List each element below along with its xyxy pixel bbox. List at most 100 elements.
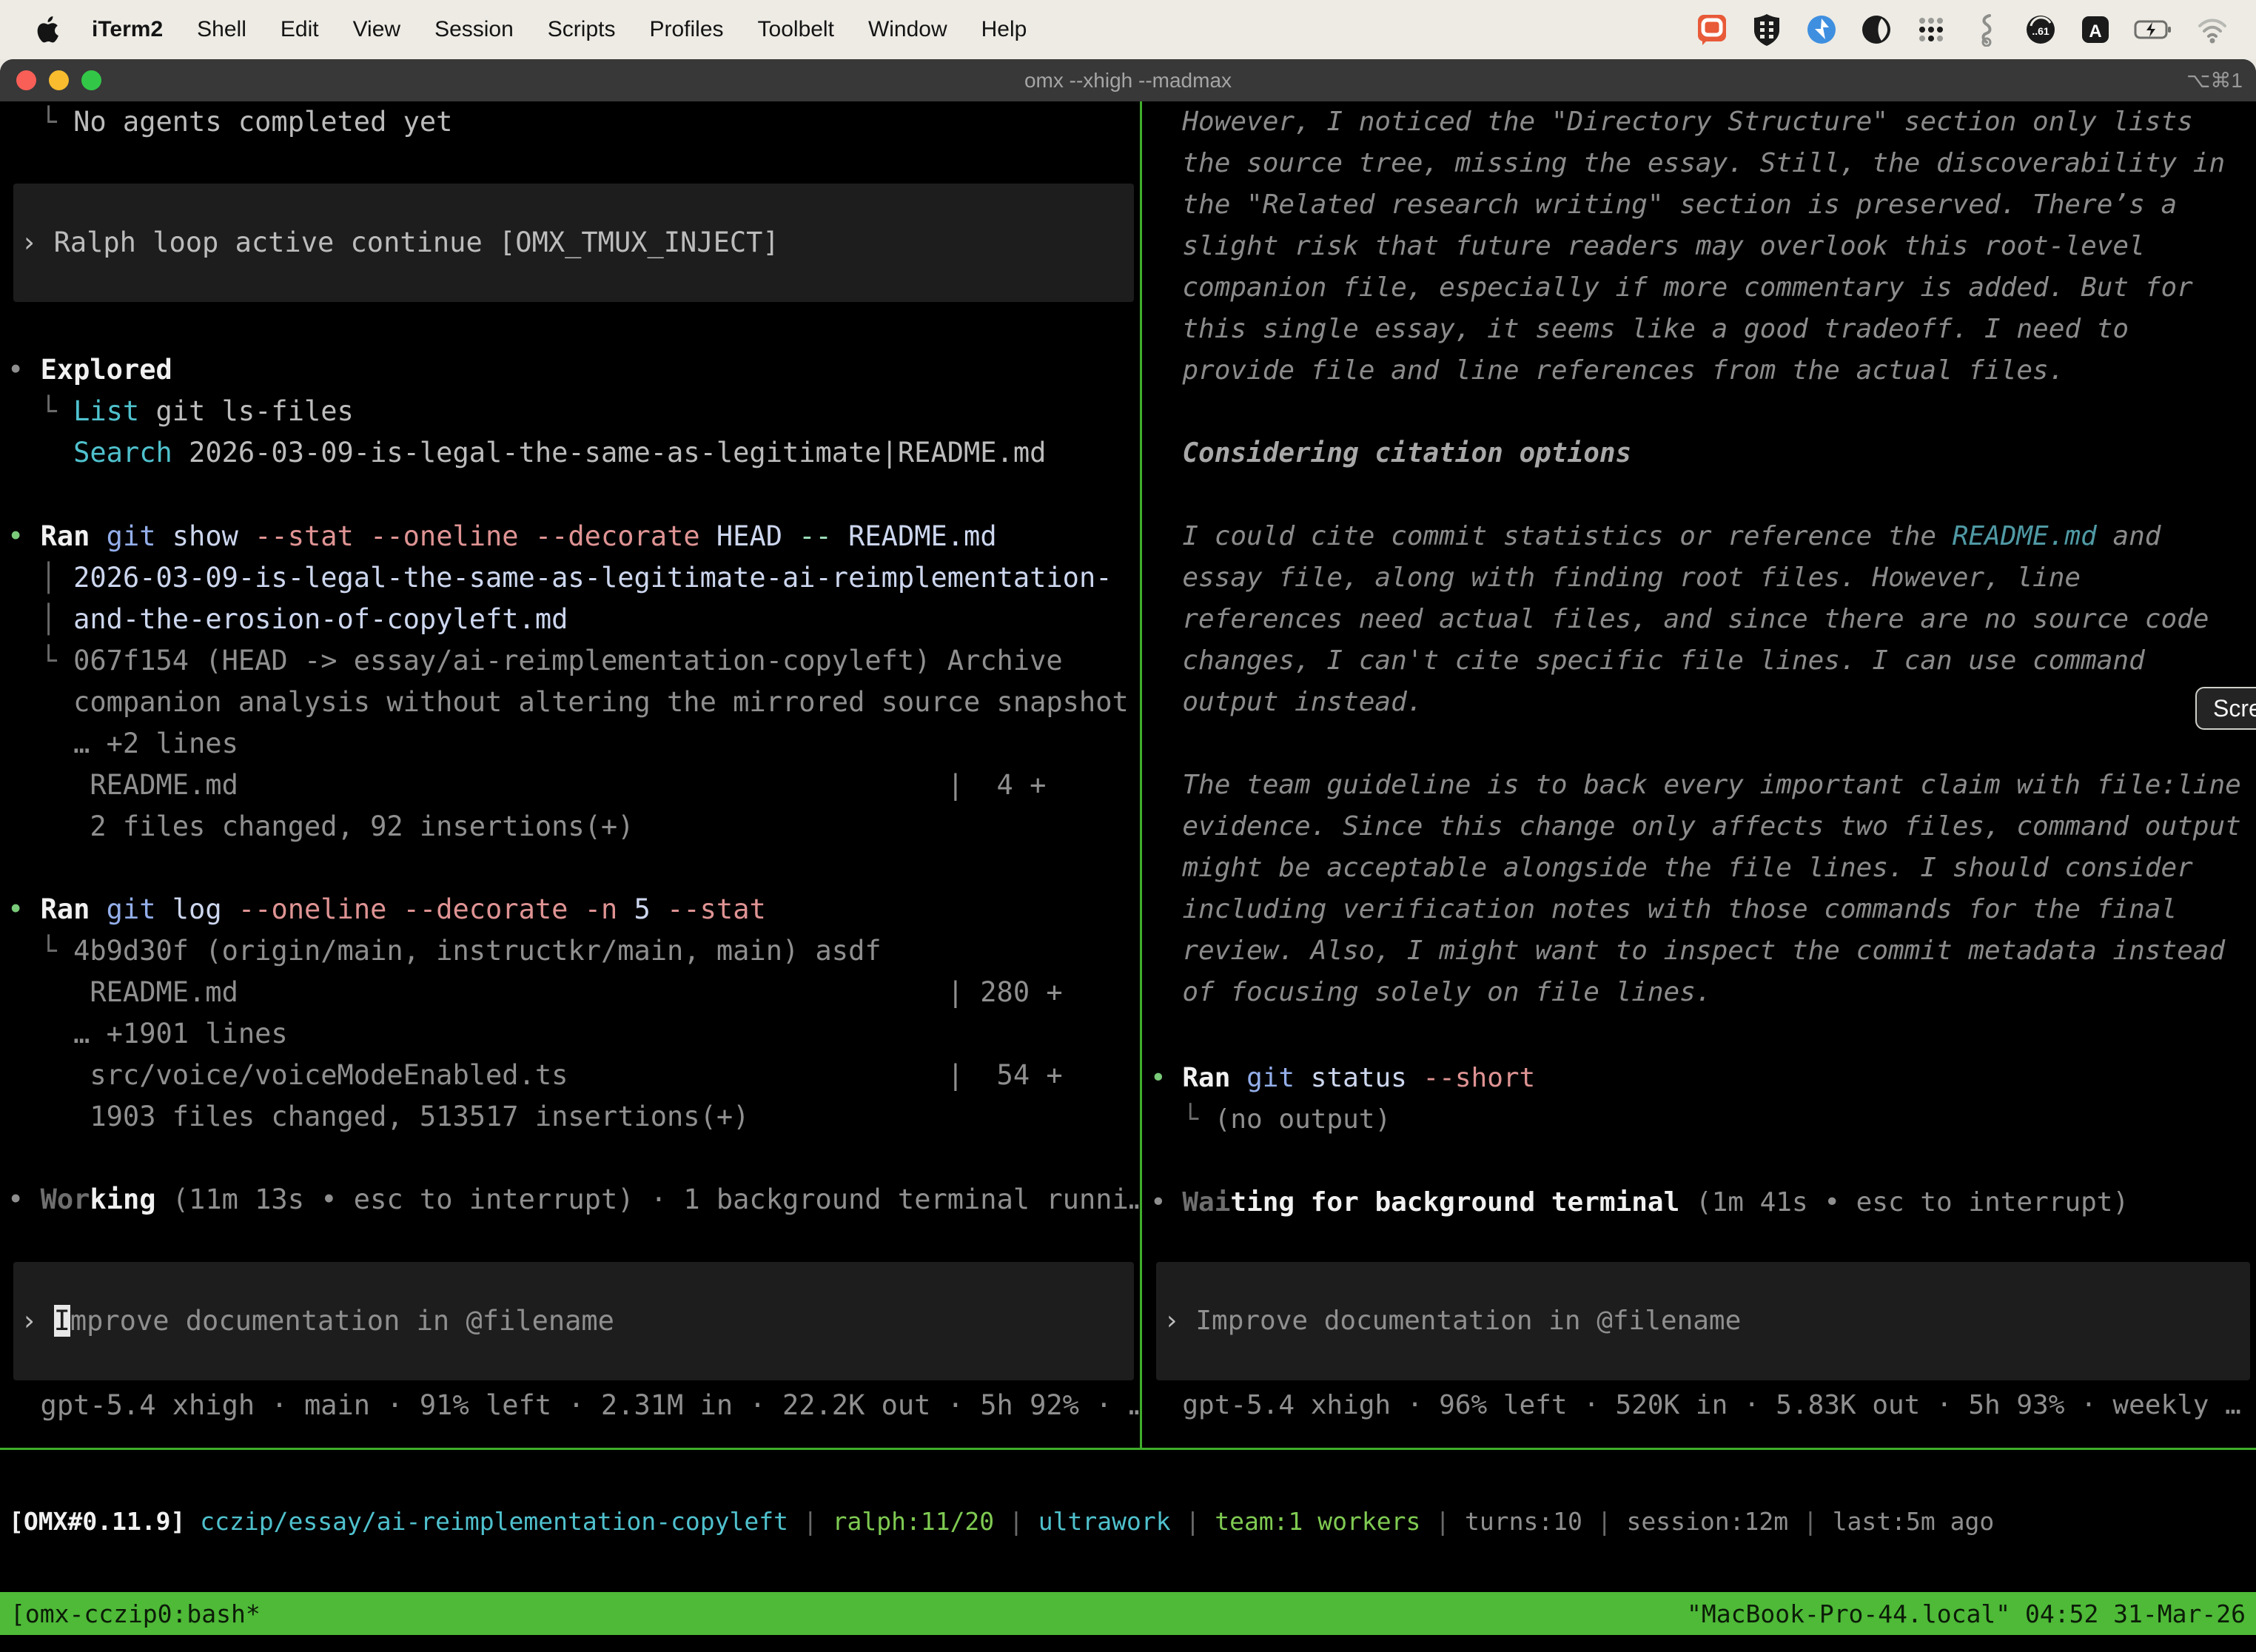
omx-status-line: [OMX#0.11.9] cczip/essay/ai-reimplementa…: [9, 1507, 1994, 1536]
svg-text:A: A: [2089, 21, 2101, 41]
text-segment: (no output): [1215, 1104, 1391, 1135]
terminal-line: └ No agents completed yet: [7, 101, 1140, 143]
right-terminal-pane[interactable]: However, I noticed the "Directory Struct…: [1142, 101, 2256, 1448]
text-segment: the "Related research writing" section i…: [1182, 189, 2177, 220]
screen-share-pill-label: Scre: [2213, 695, 2256, 722]
text-segment: mprove documentation in @filename: [70, 1305, 614, 1337]
text-segment: Considering citation options: [1182, 438, 1631, 469]
text-segment: --decorate: [535, 520, 700, 552]
left-terminal-pane[interactable]: └ No agents completed yet › Ralph loop ac…: [0, 101, 1140, 1448]
screen-record-icon[interactable]: [1695, 13, 1729, 47]
input-source-key[interactable]: A: [2078, 13, 2112, 47]
text-segment: [1230, 1063, 1246, 1093]
shield-grid-icon[interactable]: [1750, 13, 1784, 47]
text-segment: [386, 893, 403, 925]
prompt-input-line[interactable]: › Ralph loop active continue [OMX_TMUX_I…: [21, 222, 1134, 263]
text-segment: status: [1295, 1063, 1423, 1093]
text-segment: turns:10: [1465, 1507, 1582, 1536]
text-segment: cczip/essay/ai-reimplementation-copyleft: [200, 1507, 788, 1536]
text-segment: README.md | 4 +: [7, 769, 1046, 801]
blank-line: [7, 302, 1140, 349]
menu-scripts[interactable]: Scripts: [548, 17, 616, 42]
terminal-line: of focusing solely on file lines.: [1150, 972, 2256, 1013]
menu-help[interactable]: Help: [981, 17, 1027, 42]
text-segment: •: [7, 354, 41, 386]
text-segment: this single essay, it seems like a good …: [1182, 314, 2129, 344]
battery-icon[interactable]: [2133, 13, 2175, 47]
terminal-line: companion analysis without altering the …: [7, 682, 1140, 723]
menu-edit[interactable]: Edit: [281, 17, 319, 42]
text-segment: README.md: [832, 520, 997, 552]
prompt-input-box[interactable]: › Improve documentation in @filename: [1156, 1262, 2250, 1380]
menu-window[interactable]: Window: [868, 17, 947, 42]
terminal-line: └ List git ls-files: [7, 391, 1140, 432]
text-segment: ›: [21, 226, 54, 258]
terminal-line: provide file and line references from th…: [1150, 350, 2256, 392]
blank-line: [7, 1138, 1140, 1179]
dark-disc-icon[interactable]: [1859, 13, 1893, 47]
menu-profiles[interactable]: Profiles: [649, 17, 723, 42]
text-segment: Ran: [41, 893, 90, 925]
text-segment: •: [7, 1183, 41, 1215]
text-segment: the source tree, missing the essay. Stil…: [1182, 148, 2225, 178]
screen-share-pill[interactable]: Scre: [2195, 687, 2256, 730]
window-title: omx --xhigh --madmax: [0, 59, 2256, 101]
text-segment: including verification notes with those …: [1182, 894, 2177, 924]
terminal-line: README.md | 4 +: [7, 765, 1140, 806]
prompt-input-box[interactable]: › Improve documentation in @filename: [13, 1262, 1134, 1380]
text-segment: |: [994, 1507, 1038, 1536]
menu-shell[interactable]: Shell: [197, 17, 246, 42]
text-segment: Improve documentation in @filename: [1195, 1306, 1741, 1336]
terminal-line: 2 files changed, 92 insertions(+): [7, 806, 1140, 847]
battery-percent-badge[interactable]: ..61: [2024, 13, 2058, 47]
terminal-line: output instead.: [1150, 682, 2256, 723]
prompt-input-line[interactable]: › Improve documentation in @filename: [1164, 1300, 2250, 1342]
apple-icon[interactable]: [34, 15, 59, 44]
terminal-line: this single essay, it seems like a good …: [1150, 309, 2256, 350]
terminal-line: might be acceptable alongside the file l…: [1150, 847, 2256, 889]
text-segment: No agents completed yet: [73, 106, 452, 138]
terminal-line: └ (no output): [1150, 1099, 2256, 1141]
text-segment: (1m 41s • esc to interrupt): [1679, 1187, 2129, 1218]
terminal-line: Search 2026-03-09-is-legal-the-same-as-l…: [7, 432, 1140, 474]
text-segment: README.md: [1953, 521, 2097, 551]
menubar-status-icons: ..61 A: [1695, 13, 2229, 47]
blank-line: [1150, 1223, 2256, 1262]
blank-line: [1150, 723, 2256, 765]
text-segment: Wor: [41, 1183, 90, 1215]
blank-line: [7, 474, 1140, 516]
text-segment: gpt-5.4 xhigh · main · 91% left · 2.31M …: [7, 1389, 1140, 1421]
hook-icon[interactable]: [1969, 13, 2003, 47]
menu-iterm2[interactable]: iTerm2: [92, 17, 163, 42]
text-segment: and-the-erosion-of-copyleft.md: [73, 603, 568, 635]
text-segment: 2026-03-09-is-legal-the-same-as-legitima…: [73, 562, 1112, 594]
text-segment: However, I noticed the "Directory Struct…: [1182, 107, 2192, 137]
terminal-line: essay file, along with finding root file…: [1150, 557, 2256, 599]
text-segment: │: [7, 603, 73, 635]
prompt-input-box[interactable]: › Ralph loop active continue [OMX_TMUX_I…: [13, 184, 1134, 302]
text-segment: [90, 520, 106, 552]
wifi-icon[interactable]: [2195, 13, 2229, 47]
text-segment: references need actual files, and since …: [1182, 604, 2209, 634]
tmux-panes: └ No agents completed yet › Ralph loop ac…: [0, 101, 2256, 1448]
text-segment: Search: [73, 437, 172, 469]
dots-grid-icon[interactable]: [1914, 13, 1948, 47]
menu-view[interactable]: View: [353, 17, 400, 42]
omx-status-area: [OMX#0.11.9] cczip/essay/ai-reimplementa…: [0, 1450, 2256, 1592]
blue-badge-icon[interactable]: [1805, 13, 1839, 47]
text-segment: Ralph loop active continue [OMX_TMUX_INJ…: [54, 226, 779, 258]
text-segment: --short: [1423, 1063, 1536, 1093]
text-segment: 067f154 (HEAD -> essay/ai-reimplementati…: [73, 645, 1063, 676]
menu-toolbelt[interactable]: Toolbelt: [758, 17, 834, 42]
blank-line: [1150, 1141, 2256, 1182]
terminal-line: • Ran git status --short: [1150, 1058, 2256, 1099]
prompt-input-line[interactable]: › Improve documentation in @filename: [21, 1300, 1134, 1342]
terminal-line: │ and-the-erosion-of-copyleft.md: [7, 599, 1140, 640]
menu-session[interactable]: Session: [434, 17, 514, 42]
terminal-line: including verification notes with those …: [1150, 889, 2256, 930]
blank-line: [1150, 392, 2256, 433]
text-segment: The team guideline is to back every impo…: [1182, 770, 2240, 800]
terminal-line: companion file, especially if more comme…: [1150, 267, 2256, 309]
text-segment: Ran: [41, 520, 90, 552]
terminal-line: └ 067f154 (HEAD -> essay/ai-reimplementa…: [7, 640, 1140, 682]
